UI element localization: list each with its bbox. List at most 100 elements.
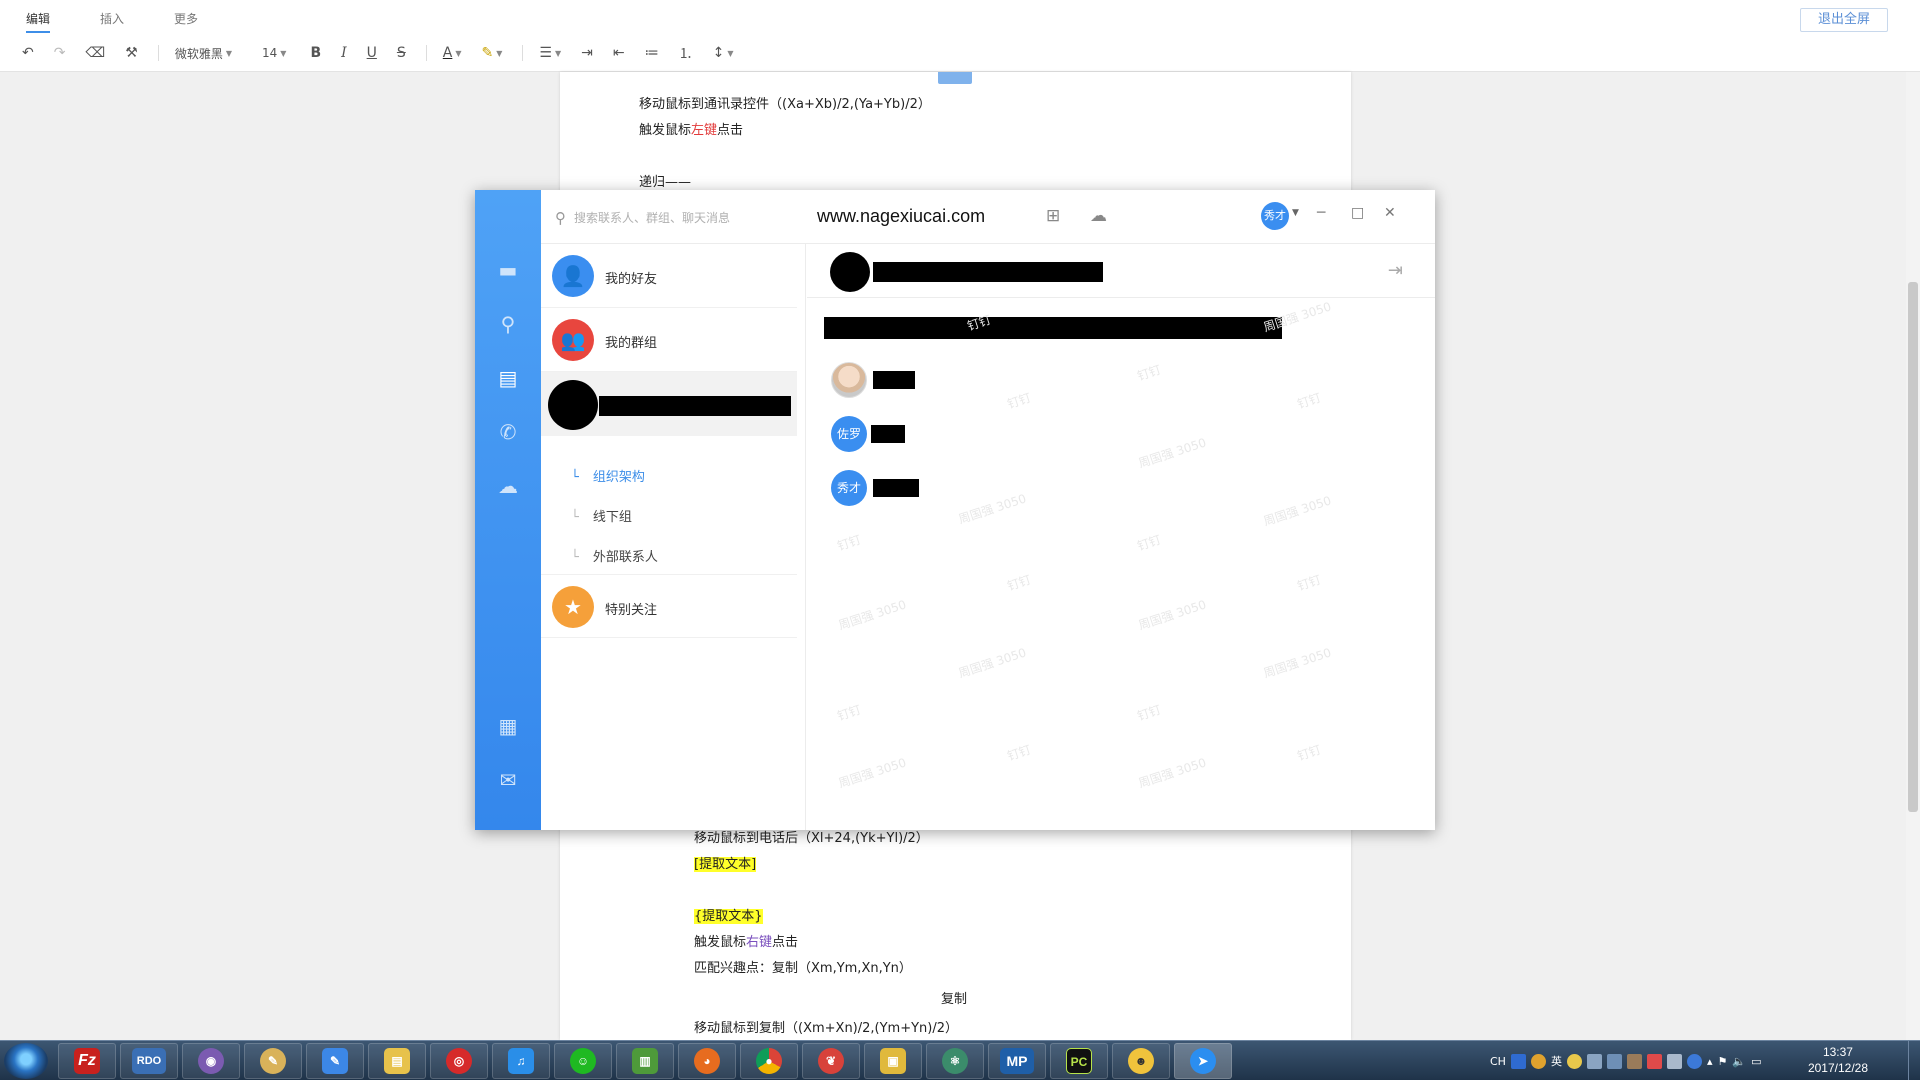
indent-decrease-icon[interactable]: ⇤	[613, 45, 625, 61]
system-clock[interactable]: 13:37 2017/12/28	[1808, 1044, 1868, 1076]
toolbar-divider	[425, 45, 427, 61]
underline-button[interactable]: U	[367, 45, 377, 61]
maximize-icon[interactable]: □	[1351, 205, 1364, 221]
volume-icon[interactable]: 🔈	[1732, 1055, 1746, 1068]
group-icon: 👥	[552, 319, 594, 361]
avatar: 佐罗	[831, 416, 867, 452]
system-tray: CH 英 ▴ ⚑ 🔈 ▭	[1490, 1053, 1761, 1069]
punctuation-icon[interactable]	[1586, 1053, 1602, 1069]
detail-panel: ⇥ 佐罗 秀才 钉钉 周国强 3050 钉钉 钉钉 钉钉 周国强 3050 周国…	[807, 244, 1435, 830]
skin-icon[interactable]	[1626, 1053, 1642, 1069]
format-painter-icon[interactable]: ⚒	[125, 45, 138, 61]
external-contacts-item[interactable]: └ 外部联系人	[571, 546, 658, 565]
show-desktop-button[interactable]	[1908, 1041, 1920, 1080]
highlight-button[interactable]: ✎ ▼	[482, 45, 503, 61]
doc-line: 移动鼠标到复制（(Xm+Xn)/2,(Ym+Yn)/2）	[694, 1021, 959, 1036]
list-item-groups[interactable]: 👥 我的群组	[541, 308, 797, 372]
exit-icon[interactable]: ⇥	[1388, 260, 1403, 281]
indent-increase-icon[interactable]: ⇥	[581, 45, 593, 61]
redo-icon[interactable]: ↷	[54, 45, 66, 61]
close-icon[interactable]: ✕	[1384, 205, 1396, 221]
taskbar-app-window[interactable]: ▣	[864, 1043, 922, 1079]
chat-icon[interactable]: ▬	[496, 258, 520, 282]
ime-m-icon[interactable]	[1510, 1053, 1526, 1069]
line-spacing-button[interactable]: ↕ ▼	[713, 45, 734, 61]
taskbar-app-filezilla[interactable]: Fz	[58, 1043, 116, 1079]
moon-icon[interactable]	[1566, 1053, 1582, 1069]
list-item-friends[interactable]: 👤 我的好友	[541, 244, 797, 308]
taskbar-app-chrome[interactable]: ●	[740, 1043, 798, 1079]
search-box[interactable]: ⚲	[555, 208, 805, 228]
bold-button[interactable]: B	[310, 45, 321, 61]
numbered-list-icon[interactable]: ⒈	[679, 43, 693, 63]
member-row[interactable]	[831, 362, 1131, 398]
taskbar-app-pycharm[interactable]: PC	[1050, 1043, 1108, 1079]
taskbar-app-github[interactable]: ◉	[182, 1043, 240, 1079]
user-avatar[interactable]: 秀才	[1261, 202, 1289, 230]
font-size-select[interactable]: 14 ▼	[262, 46, 286, 60]
list-item-label: 特别关注	[605, 603, 658, 618]
clipboard-icon[interactable]	[1666, 1053, 1682, 1069]
pin-icon[interactable]: ⚲	[496, 312, 520, 336]
italic-button[interactable]: I	[341, 45, 347, 61]
doc-text: 触发鼠标	[694, 935, 747, 950]
page-scrollbar[interactable]	[1906, 72, 1920, 1040]
ime-status-icon[interactable]	[1530, 1053, 1546, 1069]
offline-group-item[interactable]: └ 线下组	[571, 506, 632, 525]
chevron-down-icon[interactable]: ▼	[1292, 208, 1299, 218]
scrollbar-thumb[interactable]	[1908, 282, 1918, 812]
member-row[interactable]: 佐罗	[831, 416, 1131, 452]
taskbar-app-red-spiral[interactable]: ◎	[430, 1043, 488, 1079]
taskbar-app-monitor[interactable]: ▥	[616, 1043, 674, 1079]
tab-more[interactable]: 更多	[174, 10, 198, 33]
tab-edit[interactable]: 编辑	[26, 10, 51, 33]
add-chat-icon[interactable]: ⊞	[1046, 206, 1060, 226]
apps-grid-icon[interactable]: ▦	[496, 714, 520, 738]
org-structure-item[interactable]: └ 组织架构	[571, 466, 645, 485]
qq-icon: ♫	[508, 1048, 534, 1074]
security-icon[interactable]	[1646, 1053, 1662, 1069]
watermark-text: 周国强 3050	[1261, 645, 1333, 681]
network-icon[interactable]: ▭	[1751, 1055, 1761, 1068]
ime-english-mode[interactable]: 英	[1551, 1053, 1562, 1069]
member-row[interactable]: 秀才	[831, 470, 1131, 506]
taskbar-app-notes[interactable]: ✎	[306, 1043, 364, 1079]
font-color-button[interactable]: A ▼	[443, 45, 462, 61]
chrome-icon: ●	[756, 1048, 782, 1074]
taskbar-app-folder[interactable]: ▤	[368, 1043, 426, 1079]
start-button[interactable]	[4, 1043, 48, 1079]
overflow-icon[interactable]: ▴	[1707, 1055, 1713, 1068]
taskbar-app-atom[interactable]: ⚛	[926, 1043, 984, 1079]
tab-insert[interactable]: 插入	[100, 10, 124, 33]
mail-icon[interactable]: ✉	[496, 768, 520, 792]
eraser-icon[interactable]: ⌫	[85, 45, 105, 61]
watermark-text: 钉钉	[1295, 742, 1323, 764]
list-item-special-follow[interactable]: ★ 特别关注	[541, 574, 797, 638]
action-center-flag-icon[interactable]: ⚑	[1717, 1055, 1727, 1068]
align-button[interactable]: ☰ ▼	[539, 45, 561, 61]
taskbar-app-bird[interactable]: ❦	[802, 1043, 860, 1079]
taskbar-app-cartoon[interactable]: ☻	[1112, 1043, 1170, 1079]
taskbar-app-paint[interactable]: ✎	[244, 1043, 302, 1079]
exit-fullscreen-button[interactable]: 退出全屏	[1800, 8, 1888, 32]
organization-row[interactable]	[541, 372, 797, 436]
taskbar-app-rdo[interactable]: RDO	[120, 1043, 178, 1079]
search-input[interactable]	[574, 211, 784, 225]
minimize-icon[interactable]: ─	[1317, 205, 1325, 221]
help-icon[interactable]	[1686, 1053, 1702, 1069]
keyboard-icon[interactable]	[1606, 1053, 1622, 1069]
phone-icon[interactable]: ✆	[496, 420, 520, 444]
taskbar-app-qq[interactable]: ♫	[492, 1043, 550, 1079]
taskbar-app-mp[interactable]: MP	[988, 1043, 1046, 1079]
input-language-indicator[interactable]: CH	[1490, 1055, 1506, 1068]
undo-icon[interactable]: ↶	[22, 45, 34, 61]
taskbar-app-wechat[interactable]: ☺	[554, 1043, 612, 1079]
font-family-select[interactable]: 微软雅黑 ▼	[175, 45, 232, 62]
cloud-upload-icon[interactable]: ☁	[1090, 206, 1107, 226]
taskbar-app-dingtalk[interactable]: ➤	[1174, 1043, 1232, 1079]
bullet-list-icon[interactable]: ≔	[645, 45, 659, 61]
contacts-icon[interactable]: ▤	[496, 366, 520, 390]
taskbar-app-firefox[interactable]: ◕	[678, 1043, 736, 1079]
strikethrough-button[interactable]: S	[397, 45, 406, 61]
cloud-icon[interactable]: ☁	[496, 474, 520, 498]
